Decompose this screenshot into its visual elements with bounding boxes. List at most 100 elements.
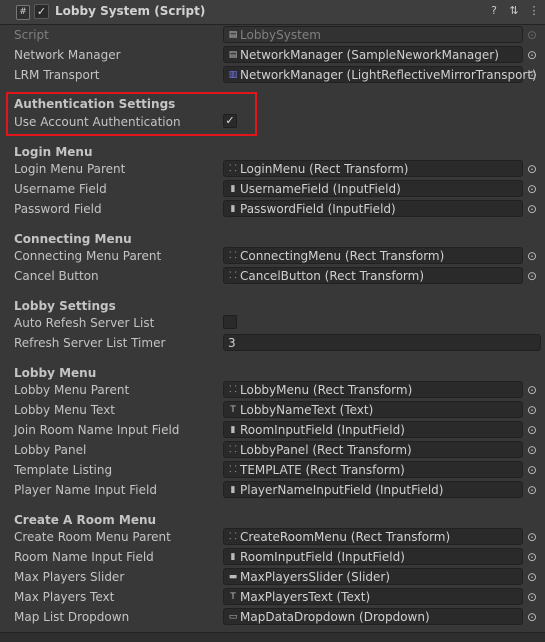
lobby-menu-text-field[interactable]: T LobbyNameText (Text) bbox=[223, 401, 523, 418]
create-room-menu-parent-field[interactable]: ⸬ CreateRoomMenu (Rect Transform) bbox=[223, 528, 523, 545]
rect-transform-icon: ⸬ bbox=[229, 385, 237, 395]
refresh-timer-label: Refresh Server List Timer bbox=[14, 336, 166, 350]
username-field-label: Username Field bbox=[14, 182, 107, 196]
auto-refresh-row: Auto Refesh Server List bbox=[0, 313, 545, 333]
network-manager-field[interactable]: ▤ NetworkManager (SampleNeworkManager) bbox=[223, 46, 523, 63]
script-field[interactable]: ▤ LobbySystem bbox=[223, 26, 523, 43]
login-menu-parent-field[interactable]: ⸬ LoginMenu (Rect Transform) bbox=[223, 160, 523, 177]
max-players-text-field[interactable]: T MaxPlayersText (Text) bbox=[223, 588, 523, 605]
cancel-button-value: CancelButton (Rect Transform) bbox=[240, 269, 425, 283]
preset-icon[interactable]: ⇅ bbox=[507, 4, 521, 18]
object-picker-icon[interactable]: ⊙ bbox=[524, 549, 540, 565]
script-icon: # bbox=[16, 5, 30, 20]
password-field-value: PasswordField (InputField) bbox=[240, 202, 396, 216]
login-row: Password Field ▮ PasswordField (InputFie… bbox=[0, 199, 545, 219]
create-room-menu-parent-value: CreateRoomMenu (Rect Transform) bbox=[240, 530, 451, 544]
lobby-menu-parent-label: Lobby Menu Parent bbox=[14, 383, 130, 397]
use-account-auth-label: Use Account Authentication bbox=[14, 115, 181, 129]
object-picker-icon[interactable]: ⊙ bbox=[524, 248, 540, 264]
object-picker-icon[interactable]: ⊙ bbox=[524, 462, 540, 478]
component-enabled-toggle[interactable]: ✓ bbox=[34, 4, 49, 19]
object-picker-icon[interactable]: ⊙ bbox=[524, 442, 540, 458]
input-field-icon: ▮ bbox=[230, 184, 236, 194]
create-room-row: Max Players Text T MaxPlayersText (Text)… bbox=[0, 587, 545, 607]
lobby-menu-row: Template Listing ⸬ TEMPLATE (Rect Transf… bbox=[0, 460, 545, 480]
lobby-menu-section-header: Lobby Menu bbox=[14, 366, 97, 380]
create-room-menu-parent-label: Create Room Menu Parent bbox=[14, 530, 171, 544]
object-picker-icon[interactable]: ⊙ bbox=[524, 402, 540, 418]
object-picker-icon[interactable]: ⊙ bbox=[524, 609, 540, 625]
text-icon: T bbox=[230, 405, 236, 415]
object-picker-icon[interactable]: ⊙ bbox=[524, 569, 540, 585]
create-room-row: Room Name Input Field ▮ RoomInputField (… bbox=[0, 547, 545, 567]
refresh-timer-row: Refresh Server List Timer 3 bbox=[0, 333, 545, 353]
transport-icon: ▥ bbox=[228, 70, 238, 80]
max-players-slider-field[interactable]: ▬ MaxPlayersSlider (Slider) bbox=[223, 568, 523, 585]
use-account-auth-row: Use Account Authentication ✓ bbox=[0, 112, 545, 132]
room-name-input-label: Room Name Input Field bbox=[14, 550, 154, 564]
network-manager-label: Network Manager bbox=[14, 48, 121, 62]
script-label: Script bbox=[14, 28, 49, 42]
refresh-timer-input[interactable]: 3 bbox=[223, 334, 541, 351]
object-picker-icon[interactable]: ⊙ bbox=[524, 268, 540, 284]
input-field-icon: ▮ bbox=[230, 425, 236, 435]
component-header[interactable]: # ✓ Lobby System (Script) ? ⇅ ⋮ bbox=[0, 0, 545, 25]
password-field-field[interactable]: ▮ PasswordField (InputField) bbox=[223, 200, 523, 217]
lobby-panel-value: LobbyPanel (Rect Transform) bbox=[240, 443, 412, 457]
rect-transform-icon: ⸬ bbox=[229, 445, 237, 455]
network-manager-row: Network Manager ▤ NetworkManager (Sample… bbox=[0, 45, 545, 65]
more-icon[interactable]: ⋮ bbox=[527, 4, 541, 18]
connecting-menu-parent-field[interactable]: ⸬ ConnectingMenu (Rect Transform) bbox=[223, 247, 523, 264]
create-room-row: Create Room Menu Parent ⸬ CreateRoomMenu… bbox=[0, 527, 545, 547]
create-room-row: Max Players Slider ▬ MaxPlayersSlider (S… bbox=[0, 567, 545, 587]
object-picker-icon[interactable]: ⊙ bbox=[524, 161, 540, 177]
room-name-input-field[interactable]: ▮ RoomInputField (InputField) bbox=[223, 548, 523, 565]
component-title: Lobby System (Script) bbox=[55, 4, 206, 18]
login-section-header: Login Menu bbox=[14, 145, 93, 159]
object-picker-icon[interactable]: ⊙ bbox=[524, 47, 540, 63]
max-players-text-value: MaxPlayersText (Text) bbox=[240, 590, 371, 604]
lobby-menu-row: Lobby Panel ⸬ LobbyPanel (Rect Transform… bbox=[0, 440, 545, 460]
login-menu-parent-value: LoginMenu (Rect Transform) bbox=[240, 162, 409, 176]
object-picker-icon[interactable]: ⊙ bbox=[524, 529, 540, 545]
object-picker-icon[interactable]: ⊙ bbox=[524, 482, 540, 498]
input-field-icon: ▮ bbox=[230, 485, 236, 495]
lrm-transport-field[interactable]: ▥ NetworkManager (LightReflectiveMirrorT… bbox=[223, 66, 537, 83]
map-list-dropdown-label: Map List Dropdown bbox=[14, 610, 130, 624]
map-list-dropdown-field[interactable]: ▭ MapDataDropdown (Dropdown) bbox=[223, 608, 523, 625]
player-name-input-value: PlayerNameInputField (InputField) bbox=[240, 483, 444, 497]
object-picker-icon[interactable]: ⊙ bbox=[524, 422, 540, 438]
object-picker-icon[interactable]: ⊙ bbox=[524, 589, 540, 605]
connecting-menu-parent-label: Connecting Menu Parent bbox=[14, 249, 162, 263]
rect-transform-icon: ⸬ bbox=[229, 164, 237, 174]
dropdown-icon: ▭ bbox=[228, 612, 238, 622]
lrm-transport-value: NetworkManager (LightReflectiveMirrorTra… bbox=[240, 68, 537, 82]
lobby-menu-row: Player Name Input Field ▮ PlayerNameInpu… bbox=[0, 480, 545, 500]
lobby-panel-label: Lobby Panel bbox=[14, 443, 87, 457]
use-account-auth-checkbox[interactable]: ✓ bbox=[223, 114, 237, 128]
help-icon[interactable]: ? bbox=[487, 4, 501, 18]
refresh-timer-value: 3 bbox=[228, 336, 236, 350]
slider-icon: ▬ bbox=[228, 572, 238, 582]
object-picker-icon[interactable]: ⊙ bbox=[524, 382, 540, 398]
object-picker-icon[interactable]: ⊙ bbox=[524, 67, 540, 83]
room-name-input-value: RoomInputField (InputField) bbox=[240, 550, 405, 564]
template-listing-field[interactable]: ⸬ TEMPLATE (Rect Transform) bbox=[223, 461, 523, 478]
create-room-row: Map List Dropdown ▭ MapDataDropdown (Dro… bbox=[0, 607, 545, 627]
object-picker-icon[interactable]: ⊙ bbox=[524, 27, 540, 43]
rect-transform-icon: ⸬ bbox=[229, 251, 237, 261]
map-list-dropdown-value: MapDataDropdown (Dropdown) bbox=[240, 610, 430, 624]
auto-refresh-checkbox[interactable] bbox=[223, 315, 237, 329]
object-picker-icon[interactable]: ⊙ bbox=[524, 181, 540, 197]
lobby-menu-row: Join Room Name Input Field ▮ RoomInputFi… bbox=[0, 420, 545, 440]
connecting-row: Cancel Button ⸬ CancelButton (Rect Trans… bbox=[0, 266, 545, 286]
join-room-name-field[interactable]: ▮ RoomInputField (InputField) bbox=[223, 421, 523, 438]
login-menu-parent-label: Login Menu Parent bbox=[14, 162, 126, 176]
cancel-button-field[interactable]: ⸬ CancelButton (Rect Transform) bbox=[223, 267, 523, 284]
username-field-field[interactable]: ▮ UsernameField (InputField) bbox=[223, 180, 523, 197]
lobby-menu-parent-field[interactable]: ⸬ LobbyMenu (Rect Transform) bbox=[223, 381, 523, 398]
lobby-panel-field[interactable]: ⸬ LobbyPanel (Rect Transform) bbox=[223, 441, 523, 458]
object-picker-icon[interactable]: ⊙ bbox=[524, 201, 540, 217]
player-name-input-field[interactable]: ▮ PlayerNameInputField (InputField) bbox=[223, 481, 523, 498]
connecting-menu-parent-value: ConnectingMenu (Rect Transform) bbox=[240, 249, 445, 263]
